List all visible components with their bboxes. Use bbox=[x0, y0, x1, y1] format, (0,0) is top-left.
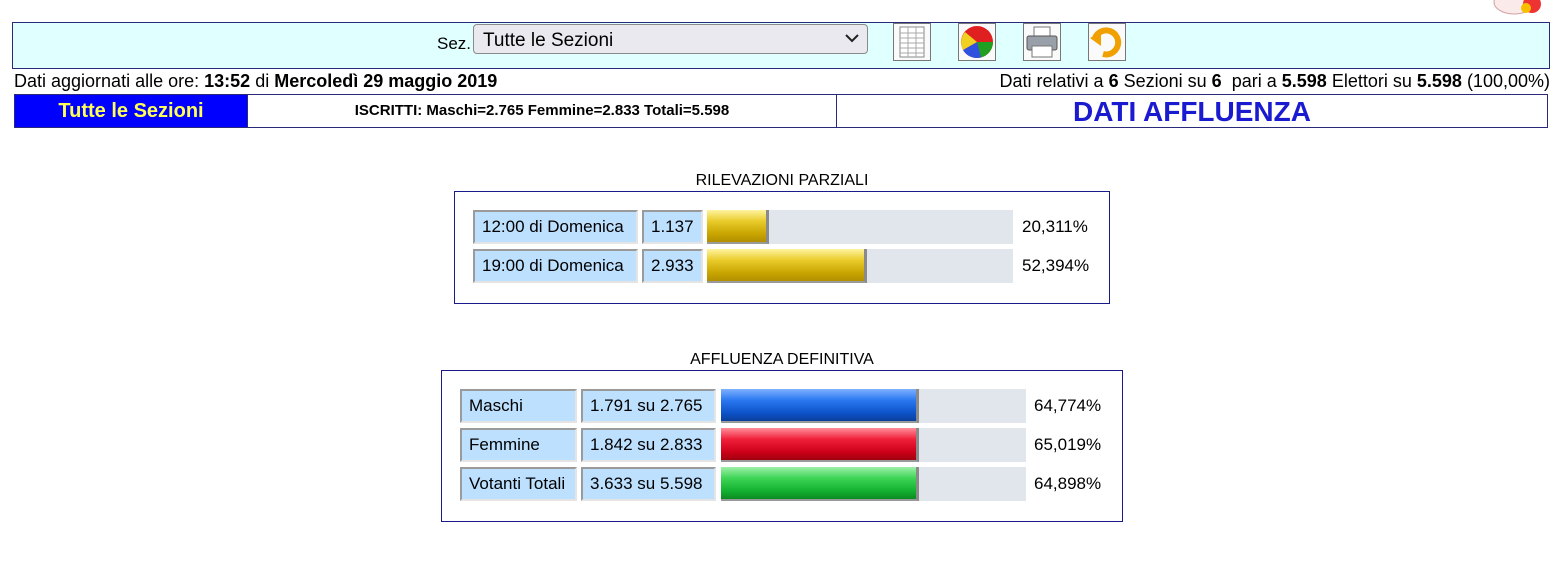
parziali-row-value: 1.137 bbox=[642, 210, 703, 244]
definitiva-progress-fill bbox=[721, 428, 919, 462]
definitiva-row-label: Femmine bbox=[460, 428, 577, 462]
back-arrow-icon[interactable] bbox=[1088, 23, 1126, 61]
coverage-text-2: Sezioni su bbox=[1123, 71, 1207, 91]
definitiva-row-percent: 65,019% bbox=[1034, 435, 1102, 454]
sez-label: Sez. bbox=[437, 34, 472, 53]
sezione-select-value: Tutte le Sezioni bbox=[483, 30, 614, 51]
coverage-text-1: Dati relativi a bbox=[999, 71, 1104, 91]
update-time: 13:52 bbox=[204, 71, 251, 91]
update-info: Dati aggiornati alle ore: 13:52 di Merco… bbox=[14, 71, 497, 92]
iscritti-summary: ISCRITTI: Maschi=2.765 Femmine=2.833 Tot… bbox=[247, 95, 837, 127]
coverage-text-4: Elettori su bbox=[1331, 71, 1412, 91]
definitiva-row-percent: 64,774% bbox=[1034, 396, 1102, 415]
definitiva-progress-track bbox=[721, 428, 1026, 462]
definitiva-row-label: Votanti Totali bbox=[460, 467, 577, 501]
chevron-down-icon bbox=[845, 34, 859, 43]
header-row: Tutte le Sezioni ISCRITTI: Maschi=2.765 … bbox=[14, 94, 1548, 128]
definitiva-row-value: 1.791 su 2.765 bbox=[581, 389, 716, 423]
parziali-row-label: 19:00 di Domenica bbox=[473, 249, 638, 283]
printer-icon[interactable] bbox=[1023, 23, 1061, 61]
sezione-select[interactable]: Tutte le Sezioni bbox=[473, 24, 868, 54]
spreadsheet-icon[interactable] bbox=[893, 23, 931, 61]
definitiva-title: AFFLUENZA DEFINITIVA bbox=[690, 351, 874, 368]
page-title: DATI AFFLUENZA bbox=[1073, 96, 1311, 127]
coverage-text-3: pari a bbox=[1231, 71, 1277, 91]
corner-logo bbox=[1484, 0, 1544, 16]
definitiva-row-value: 3.633 su 5.598 bbox=[581, 467, 716, 501]
parziali-row-value: 2.933 bbox=[642, 249, 703, 283]
parziali-title: RILEVAZIONI PARZIALI bbox=[695, 172, 869, 189]
pie-chart-icon[interactable] bbox=[958, 23, 996, 61]
coverage-info: Dati relativi a 6 Sezioni su 6 pari a 5.… bbox=[1000, 71, 1551, 92]
elettori-pct: (100,00%) bbox=[1466, 71, 1550, 91]
sezioni-count: 6 bbox=[1108, 71, 1119, 91]
definitiva-row-label: Maschi bbox=[460, 389, 577, 423]
toolbar: Sez. Tutte le Sezioni bbox=[12, 22, 1550, 69]
definitiva-progress-track bbox=[721, 389, 1026, 423]
parziali-progress-track bbox=[707, 210, 1013, 244]
elettori-total: 5.598 bbox=[1416, 71, 1462, 91]
parziali-progress-track bbox=[707, 249, 1013, 283]
parziali-box: 12:00 di Domenica 1.137 20,311% 19:00 di Do… bbox=[454, 191, 1110, 304]
parziali-row-label: 12:00 di Domenica bbox=[473, 210, 638, 244]
update-prefix: Dati aggiornati alle ore: bbox=[14, 71, 200, 91]
definitiva-row-value: 1.842 su 2.833 bbox=[581, 428, 716, 462]
sezioni-total: 6 bbox=[1211, 71, 1222, 91]
parziali-row-percent: 20,311% bbox=[1022, 217, 1088, 236]
parziali-progress-fill bbox=[707, 210, 769, 244]
selected-section: Tutte le Sezioni bbox=[15, 95, 247, 127]
parziali-row-percent: 52,394% bbox=[1022, 256, 1090, 275]
update-date: Mercoledì 29 maggio 2019 bbox=[274, 71, 498, 91]
update-di: di bbox=[255, 71, 270, 91]
definitiva-progress-fill bbox=[721, 389, 919, 423]
definitiva-box: Maschi 1.791 su 2.765 64,774% Femmine 1.842 … bbox=[441, 370, 1123, 522]
elettori-count: 5.598 bbox=[1281, 71, 1327, 91]
parziali-progress-fill bbox=[707, 249, 867, 283]
definitiva-row-percent: 64,898% bbox=[1034, 474, 1102, 493]
definitiva-progress-track bbox=[721, 467, 1026, 501]
definitiva-progress-fill bbox=[721, 467, 919, 501]
